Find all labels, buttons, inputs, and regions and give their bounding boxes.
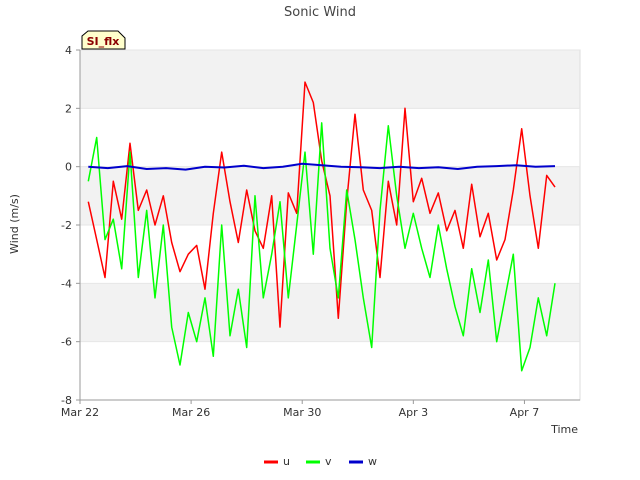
x-tick-label: Mar 22 — [61, 406, 99, 419]
chart-title: Sonic Wind — [284, 5, 356, 20]
y-tick-label: 4 — [65, 44, 72, 57]
legend-label-v: v — [325, 455, 332, 468]
station-badge: SI_flx — [81, 30, 126, 50]
legend-label-w: w — [368, 455, 377, 468]
legend-label-u: u — [283, 455, 290, 468]
x-tick-label: Mar 26 — [172, 406, 210, 419]
y-tick-label: -2 — [61, 219, 72, 232]
x-tick-label: Mar 30 — [283, 406, 321, 419]
band--4-to--2 — [80, 225, 580, 284]
station-badge-label: SI_flx — [87, 35, 120, 48]
y-axis: -8-6-4-2024 — [61, 44, 81, 407]
y-axis-label: Wind (m/s) — [8, 194, 21, 254]
x-axis-label: Time — [550, 423, 578, 436]
x-tick-label: Apr 3 — [399, 406, 429, 419]
y-tick-label: 0 — [65, 161, 72, 174]
y-tick-label: -4 — [61, 277, 72, 290]
band-2-to-4 — [80, 50, 580, 109]
sonic-wind-chart: -8-6-4-2024 Mar 22 Mar 26 Mar 30 Apr 3 Apr 7… — [8, 5, 581, 468]
band--8-to--6 — [80, 341, 580, 400]
legend: u v w — [264, 455, 377, 468]
y-tick-label: -6 — [61, 336, 72, 349]
y-tick-label: 2 — [65, 102, 72, 115]
band-0-to-2 — [80, 108, 580, 167]
x-tick-label: Apr 7 — [510, 406, 540, 419]
x-axis: Mar 22 Mar 26 Mar 30 Apr 3 Apr 7 — [61, 399, 580, 419]
